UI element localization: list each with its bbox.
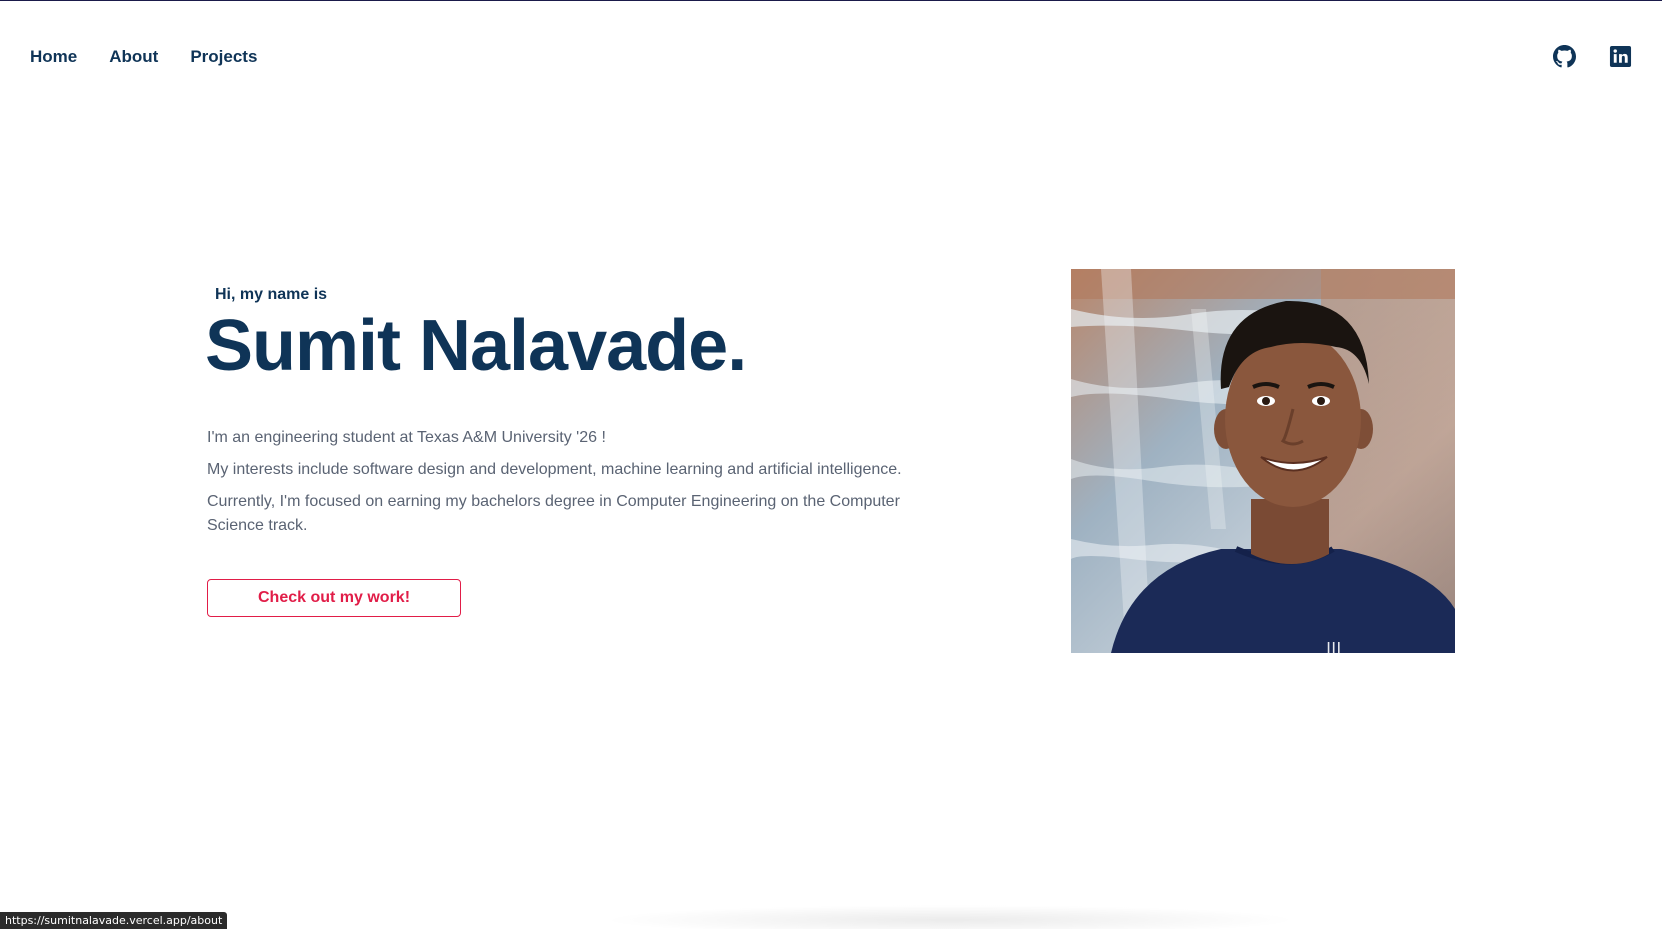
profile-photo: ||| xyxy=(1071,269,1455,653)
link-preview-status-bar: https://sumitnalavade.vercel.app/about xyxy=(0,912,228,929)
github-icon[interactable] xyxy=(1553,45,1576,68)
bottom-shadow xyxy=(600,905,1300,929)
hero-bio: I'm an engineering student at Texas A&M … xyxy=(207,426,927,546)
social-links xyxy=(1553,45,1632,68)
linkedin-icon[interactable] xyxy=(1609,45,1632,68)
check-out-work-button[interactable]: Check out my work! xyxy=(207,579,461,617)
nav-projects-link[interactable]: Projects xyxy=(190,47,257,67)
main-nav: Home About Projects xyxy=(30,47,257,67)
top-border xyxy=(0,0,1662,1)
svg-text:|||: ||| xyxy=(1326,641,1341,653)
nav-about-link[interactable]: About xyxy=(109,47,158,67)
hero-name: Sumit Nalavade. xyxy=(205,306,747,386)
nav-home-link[interactable]: Home xyxy=(30,47,77,67)
hero-greeting: Hi, my name is xyxy=(215,286,328,303)
bio-line: Currently, I'm focused on earning my bac… xyxy=(207,493,900,534)
bio-line: I'm an engineering student at Texas A&M … xyxy=(207,429,606,446)
bio-line: My interests include software design and… xyxy=(207,461,902,478)
